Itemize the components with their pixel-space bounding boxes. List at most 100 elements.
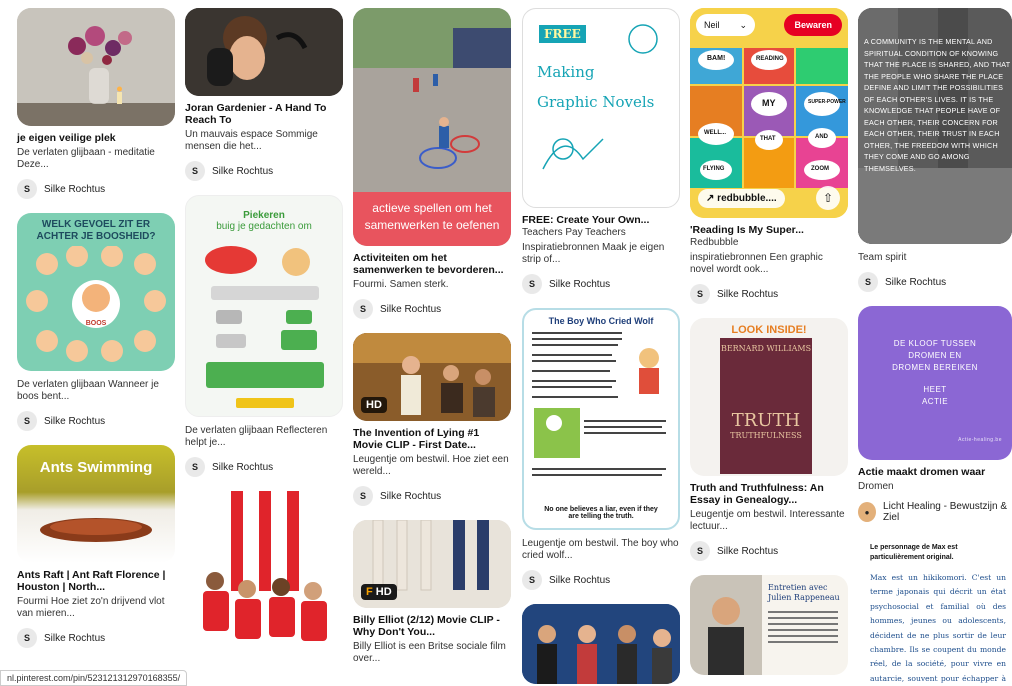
pin-author[interactable]: S Silke Rochtus — [353, 486, 511, 506]
pin-title[interactable]: FREE: Create Your Own... — [522, 214, 680, 226]
avatar[interactable]: S — [17, 411, 37, 431]
share-button[interactable]: ⇧ — [816, 186, 840, 210]
pin-title[interactable]: je eigen veilige plek — [17, 132, 175, 144]
pin-card[interactable]: F HD Billy Elliot (2/12) Movie CLIP - Wh… — [353, 520, 511, 665]
avatar[interactable]: S — [522, 570, 542, 590]
image-line: ACTIE — [921, 397, 949, 406]
author-name[interactable]: Silke Rochtus — [885, 277, 946, 288]
source-link[interactable]: ↗ redbubble.... — [698, 188, 785, 208]
pin-card[interactable]: DE KLOOF TUSSEN DROMEN EN DROMEN BEREIKE… — [858, 306, 1012, 523]
author-name[interactable]: Silke Rochtus — [380, 304, 441, 315]
avatar[interactable]: S — [185, 457, 205, 477]
pin-title[interactable]: Actie maakt dromen waar — [858, 466, 1012, 478]
author-name[interactable]: Silke Rochtus — [549, 575, 610, 586]
pin-card[interactable]: WELK GEVOEL ZIT ER ACHTER JE BOOSHEID? B… — [17, 213, 175, 431]
pin-author[interactable]: S Silke Rochtus — [522, 570, 680, 590]
pin-card[interactable]: BAM! READING MY SUPER-POWER WELL... THAT… — [690, 8, 848, 304]
pin-title[interactable]: Ants Raft | Ant Raft Florence | Houston … — [17, 569, 175, 593]
pin-source[interactable]: Teachers Pay Teachers — [522, 227, 680, 239]
pin-title[interactable]: Activiteiten om het samenwerken te bevor… — [353, 252, 511, 276]
pin-image[interactable]: HD — [353, 333, 511, 421]
pin-source[interactable]: Redbubble — [690, 237, 848, 249]
board-select[interactable]: Neil ⌄ — [696, 14, 756, 36]
author-name[interactable]: Silke Rochtus — [717, 546, 778, 557]
pin-image[interactable]: A COMMUNITY IS THE MENTAL AND SPIRITUAL … — [858, 8, 1012, 244]
article-heading: Entretien avec Julien Rappeneau — [768, 583, 840, 602]
save-button[interactable]: Bewaren — [784, 14, 842, 36]
pin-card[interactable]: je eigen veilige plek De verlaten glijba… — [17, 8, 175, 199]
pin-image[interactable]: Piekeren buig je gedachten om — [185, 195, 343, 417]
pin-author[interactable]: S Silke Rochtus — [17, 179, 175, 199]
avatar[interactable]: S — [185, 161, 205, 181]
pin-image[interactable] — [522, 604, 680, 684]
pin-title[interactable]: 'Reading Is My Super... — [690, 224, 848, 236]
pin-image[interactable]: FREE Making Graphic Novels — [522, 8, 680, 208]
author-name[interactable]: Silke Rochtus — [549, 279, 610, 290]
author-name[interactable]: Silke Rochtus — [44, 416, 105, 427]
pin-author[interactable]: ● Licht Healing - Bewustzijn & Ziel — [858, 501, 1012, 523]
author-name[interactable]: Silke Rochtus — [717, 289, 778, 300]
pin-image[interactable]: Le personnage de Max est particulièremen… — [858, 537, 1012, 686]
pin-description: Dromen — [858, 481, 894, 492]
pin-image[interactable] — [17, 8, 175, 126]
pin-author[interactable]: S Silke Rochtus — [185, 161, 343, 181]
bubble-text: WELL... — [704, 130, 726, 136]
pin-image[interactable] — [185, 8, 343, 96]
avatar[interactable]: ● — [858, 502, 877, 522]
pin-card[interactable]: Le personnage de Max est particulièremen… — [858, 537, 1012, 686]
avatar[interactable]: S — [353, 486, 373, 506]
article-body: Max est un hikikomori. C'est un terme ja… — [870, 573, 1006, 683]
bubble-text: MY — [762, 98, 776, 108]
pin-author[interactable]: S Silke Rochtus — [353, 299, 511, 319]
pin-author[interactable]: S Silke Rochtus — [690, 284, 848, 304]
pin-card[interactable]: HD The Invention of Lying #1 Movie CLIP … — [353, 333, 511, 506]
avatar[interactable]: S — [17, 179, 37, 199]
avatar[interactable]: S — [690, 284, 710, 304]
pin-card[interactable] — [522, 604, 680, 684]
pin-description: De verlaten glijbaan Reflecteren helpt j… — [185, 425, 328, 448]
bubble-text: ZOOM — [811, 166, 829, 172]
pin-image[interactable]: F HD — [353, 520, 511, 608]
avatar[interactable]: S — [522, 274, 542, 294]
avatar[interactable]: S — [353, 299, 373, 319]
image-heading: The Boy Who Cried Wolf — [548, 316, 654, 326]
avatar[interactable]: S — [690, 541, 710, 561]
author-name[interactable]: Silke Rochtus — [212, 462, 273, 473]
author-name[interactable]: Silke Rochtus — [380, 491, 441, 502]
pin-author[interactable]: S Silke Rochtus — [858, 272, 1012, 292]
pin-author[interactable]: S Silke Rochtus — [522, 274, 680, 294]
pin-image[interactable]: BAM! READING MY SUPER-POWER WELL... THAT… — [690, 8, 848, 218]
pin-image[interactable]: DE KLOOF TUSSEN DROMEN EN DROMEN BEREIKE… — [858, 306, 1012, 460]
pin-title[interactable]: Joran Gardenier - A Hand To Reach To — [185, 102, 343, 126]
pin-author[interactable]: S Silke Rochtus — [17, 411, 175, 431]
pin-title[interactable]: Truth and Truthfulness: An Essay in Gene… — [690, 482, 848, 506]
pin-image[interactable]: Ants Swimming — [17, 445, 175, 563]
author-name[interactable]: Silke Rochtus — [44, 184, 105, 195]
pin-card[interactable]: LOOK INSIDE! BERNARD WILLIAMS TRUTH TRUT… — [690, 318, 848, 561]
author-name[interactable]: Silke Rochtus — [44, 633, 105, 644]
pin-image[interactable] — [185, 491, 343, 671]
pin-image[interactable]: actieve spellen om het samenwerken te oe… — [353, 8, 511, 246]
author-name[interactable]: Licht Healing - Bewustzijn & Ziel — [883, 501, 1012, 523]
pin-title[interactable]: Billy Elliot (2/12) Movie CLIP - Why Don… — [353, 614, 511, 638]
pin-image[interactable]: The Boy Who Cried Wolf No one believes a… — [522, 308, 680, 530]
pin-card[interactable]: Joran Gardenier - A Hand To Reach To Un … — [185, 8, 343, 181]
author-name[interactable]: Silke Rochtus — [212, 166, 273, 177]
pin-card[interactable] — [185, 491, 343, 671]
pin-card[interactable]: Piekeren buig je gedachten om De verlate… — [185, 195, 343, 477]
pin-image[interactable]: WELK GEVOEL ZIT ER ACHTER JE BOOSHEID? B… — [17, 213, 175, 371]
avatar[interactable]: S — [17, 628, 37, 648]
pin-card[interactable]: actieve spellen om het samenwerken te oe… — [353, 8, 511, 319]
pin-image[interactable]: LOOK INSIDE! BERNARD WILLIAMS TRUTH TRUT… — [690, 318, 848, 476]
pin-author[interactable]: S Silke Rochtus — [17, 628, 175, 648]
pin-card[interactable]: The Boy Who Cried Wolf No one believes a… — [522, 308, 680, 590]
pin-card[interactable]: A COMMUNITY IS THE MENTAL AND SPIRITUAL … — [858, 8, 1012, 292]
pin-card[interactable]: FREE Making Graphic Novels FREE: Create … — [522, 8, 680, 294]
pin-author[interactable]: S Silke Rochtus — [185, 457, 343, 477]
pin-card[interactable]: Entretien avec Julien Rappeneau — [690, 575, 848, 675]
pin-card[interactable]: Ants Swimming Ants Raft | Ant Raft Flore… — [17, 445, 175, 648]
pin-title[interactable]: The Invention of Lying #1 Movie CLIP - F… — [353, 427, 511, 451]
pin-author[interactable]: S Silke Rochtus — [690, 541, 848, 561]
pin-image[interactable]: Entretien avec Julien Rappeneau — [690, 575, 848, 675]
avatar[interactable]: S — [858, 272, 878, 292]
